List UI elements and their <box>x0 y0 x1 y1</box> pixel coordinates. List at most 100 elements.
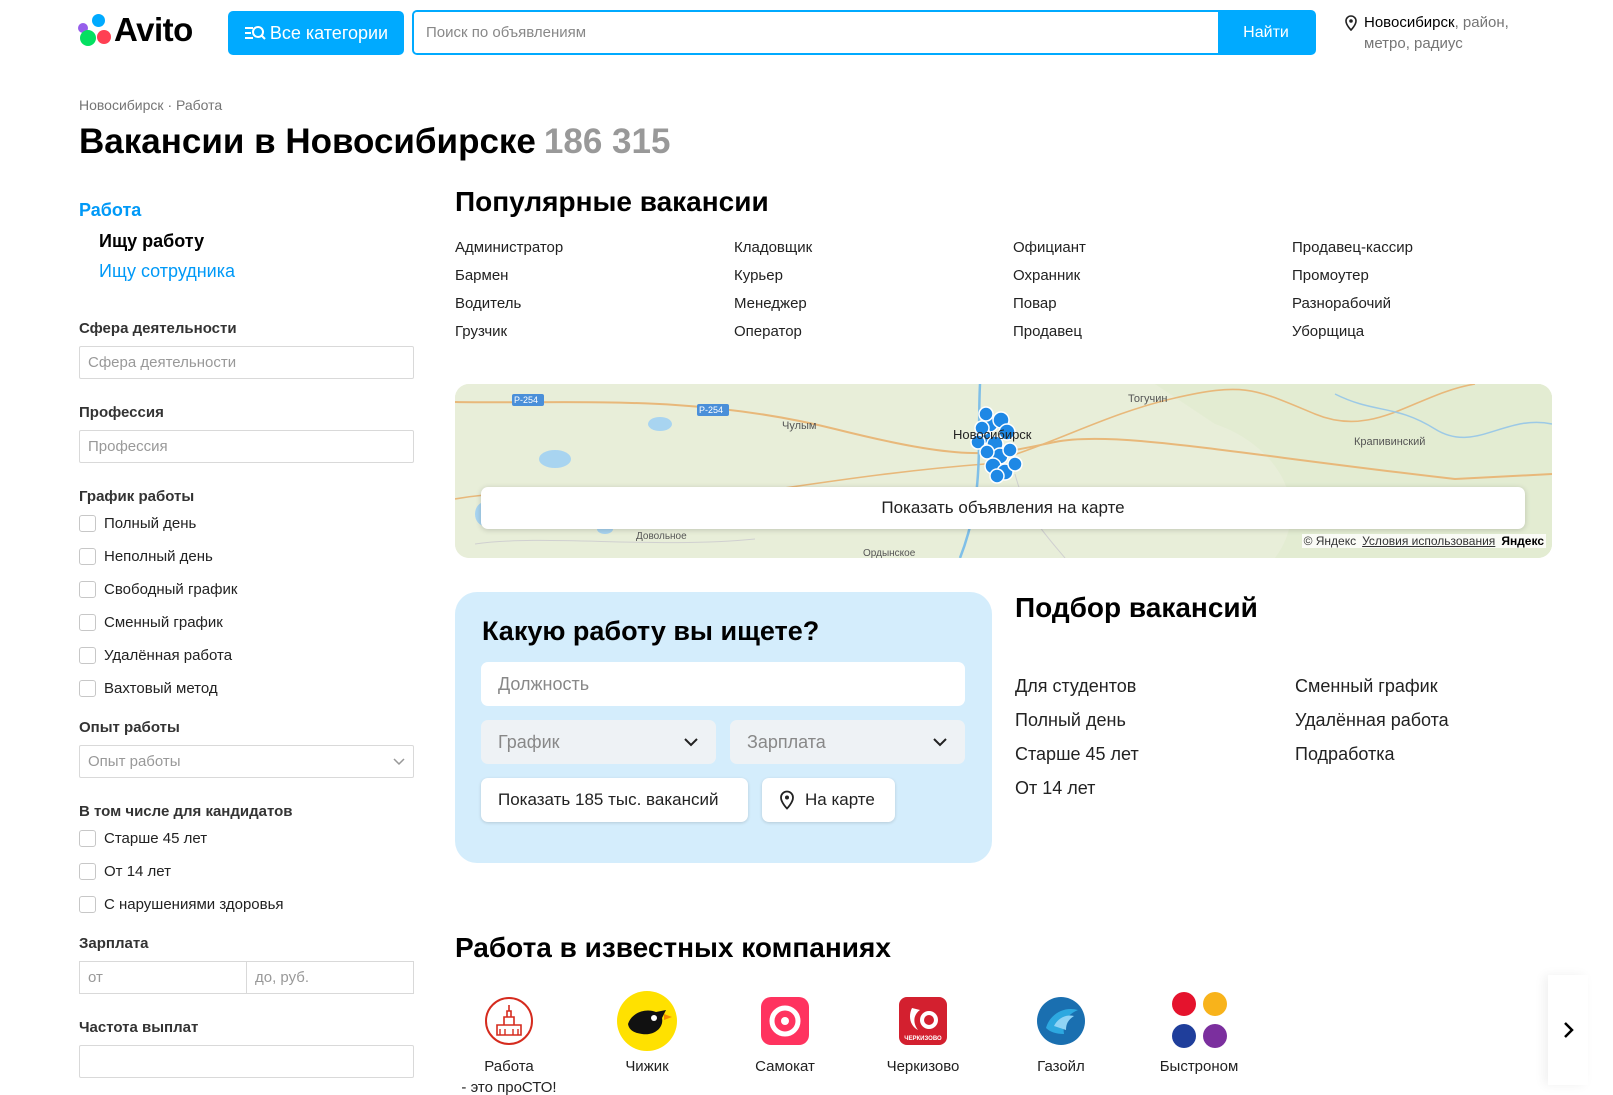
search-bar: Найти <box>412 10 1316 55</box>
chevron-right-icon <box>1564 1022 1574 1038</box>
show-on-map-button[interactable]: Показать объявления на карте <box>481 487 1525 529</box>
search-input[interactable] <box>414 12 1218 53</box>
popular-link[interactable]: Бармен <box>455 266 734 286</box>
chevron-down-icon <box>393 757 405 765</box>
chevron-down-icon <box>684 738 698 747</box>
selection-link[interactable]: Старше 45 лет <box>1015 743 1295 765</box>
frequency-select[interactable] <box>79 1045 414 1078</box>
checkbox[interactable] <box>79 680 96 697</box>
popular-link[interactable]: Водитель <box>455 294 734 314</box>
checkbox-label: С нарушениями здоровья <box>104 896 284 913</box>
popular-link[interactable]: Уборщица <box>1292 322 1571 342</box>
checkbox-label: Свободный график <box>104 581 238 598</box>
cherkizovo-logo-text: ЧЕРКИЗОВО <box>904 1036 942 1042</box>
sidebar-category[interactable]: Работа <box>79 200 414 221</box>
candidates-option-disabilities[interactable]: С нарушениями здоровья <box>79 888 414 921</box>
schedule-option-flexible[interactable]: Свободный график <box>79 573 414 606</box>
sidebar-item-seek-job[interactable]: Ищу работу <box>99 231 414 252</box>
company-card[interactable]: Быстроном <box>1130 990 1268 1095</box>
carousel-next-button[interactable] <box>1548 975 1588 1085</box>
selection-link[interactable]: Подработка <box>1295 743 1575 765</box>
schedule-option-part-time[interactable]: Неполный день <box>79 540 414 573</box>
selection-link[interactable]: От 14 лет <box>1015 777 1295 799</box>
checkbox-label: Неполный день <box>104 548 213 565</box>
popular-link[interactable]: Менеджер <box>734 294 1013 314</box>
location-rest: , район, <box>1454 14 1509 31</box>
checkbox[interactable] <box>79 863 96 880</box>
all-categories-button[interactable]: Все категории <box>228 11 404 55</box>
company-card[interactable]: Газойл <box>992 990 1130 1095</box>
results-count: 186 315 <box>543 122 671 161</box>
sidebar-item-seek-employee[interactable]: Ищу сотрудника <box>99 261 414 282</box>
salary-to-input[interactable]: до, руб. <box>247 962 413 993</box>
map-terms-link[interactable]: Условия использования <box>1362 534 1495 548</box>
company-card[interactable]: Самокат <box>716 990 854 1095</box>
show-vacancies-button[interactable]: Показать 185 тыс. вакансий <box>481 778 748 822</box>
schedule-option-shift[interactable]: Сменный график <box>79 606 414 639</box>
yandex-logo[interactable]: Яндекс <box>1501 534 1544 548</box>
candidates-option-45plus[interactable]: Старше 45 лет <box>79 822 414 855</box>
selection-link[interactable]: Сменный график <box>1295 675 1575 697</box>
company-card[interactable]: Работа - это проСТО! <box>440 990 578 1095</box>
company-card[interactable]: Чижик <box>578 990 716 1095</box>
on-map-button[interactable]: На карте <box>762 778 895 822</box>
experience-select[interactable]: Опыт работы <box>79 745 414 778</box>
popular-link[interactable]: Повар <box>1013 294 1292 314</box>
breadcrumb-section[interactable]: Работа <box>176 97 222 113</box>
popular-link[interactable]: Грузчик <box>455 322 734 342</box>
job-finder: Какую работу вы ищете? Должность График … <box>455 592 992 863</box>
vacancies-map[interactable]: Р-254 Р-254 Чулым Новосибирск Тогучин Кр… <box>455 384 1552 558</box>
sphere-input[interactable]: Сфера деятельности <box>79 346 414 379</box>
mgu-building-icon <box>478 990 540 1052</box>
schedule-option-full-day[interactable]: Полный день <box>79 507 414 540</box>
checkbox[interactable] <box>79 515 96 532</box>
breadcrumb-city[interactable]: Новосибирск <box>79 97 164 113</box>
sphere-label: Сфера деятельности <box>79 320 237 337</box>
popular-link[interactable]: Кладовщик <box>734 238 1013 258</box>
checkbox[interactable] <box>79 548 96 565</box>
popular-link[interactable]: Продавец-кассир <box>1292 238 1571 258</box>
salary-from-input[interactable]: от <box>80 962 247 993</box>
companies-title: Работа в известных компаниях <box>455 932 891 963</box>
experience-label: Опыт работы <box>79 719 180 736</box>
checkbox[interactable] <box>79 830 96 847</box>
popular-link[interactable]: Разнорабочий <box>1292 294 1571 314</box>
all-categories-label: Все категории <box>269 22 389 43</box>
selection-link[interactable]: Полный день <box>1015 709 1295 731</box>
selection-link[interactable]: Удалённая работа <box>1295 709 1575 731</box>
checkbox[interactable] <box>79 896 96 913</box>
popular-title: Популярные вакансии <box>455 186 769 217</box>
samokat-icon <box>754 990 816 1052</box>
popular-link[interactable]: Администратор <box>455 238 734 258</box>
avito-logo[interactable]: Avito <box>78 11 193 48</box>
selection-link[interactable]: Для студентов <box>1015 675 1295 697</box>
company-name: Работа <box>484 1058 534 1075</box>
checkbox[interactable] <box>79 614 96 631</box>
gazoil-icon <box>1030 990 1092 1052</box>
search-button[interactable]: Найти <box>1218 12 1314 53</box>
popular-link[interactable]: Промоутер <box>1292 266 1571 286</box>
schedule-options: Полный день Неполный день Свободный граф… <box>79 507 414 705</box>
logo-text: Avito <box>114 11 193 48</box>
schedule-select[interactable]: График <box>481 720 716 764</box>
map-attribution: © Яндекс Условия использования Яндекс <box>1301 534 1546 548</box>
popular-link[interactable]: Продавец <box>1013 322 1292 342</box>
schedule-option-remote[interactable]: Удалённая работа <box>79 639 414 672</box>
popular-link[interactable]: Охранник <box>1013 266 1292 286</box>
candidates-option-14plus[interactable]: От 14 лет <box>79 855 414 888</box>
popular-link[interactable]: Официант <box>1013 238 1292 258</box>
experience-placeholder: Опыт работы <box>88 753 181 770</box>
profession-input[interactable]: Профессия <box>79 430 414 463</box>
salary-select[interactable]: Зарплата <box>730 720 965 764</box>
popular-link[interactable]: Оператор <box>734 322 1013 342</box>
map-label-toguchin: Тогучин <box>1128 393 1168 405</box>
location-selector[interactable]: Новосибирск, район, метро, радиус <box>1344 12 1544 54</box>
position-input[interactable]: Должность <box>481 662 965 706</box>
checkbox-label: Удалённая работа <box>104 647 233 664</box>
checkbox[interactable] <box>79 647 96 664</box>
popular-link[interactable]: Курьер <box>734 266 1013 286</box>
map-background <box>455 384 1552 558</box>
company-card[interactable]: ЧЕРКИЗОВО Черкизово <box>854 990 992 1095</box>
schedule-option-rotation[interactable]: Вахтовый метод <box>79 672 414 705</box>
checkbox[interactable] <box>79 581 96 598</box>
